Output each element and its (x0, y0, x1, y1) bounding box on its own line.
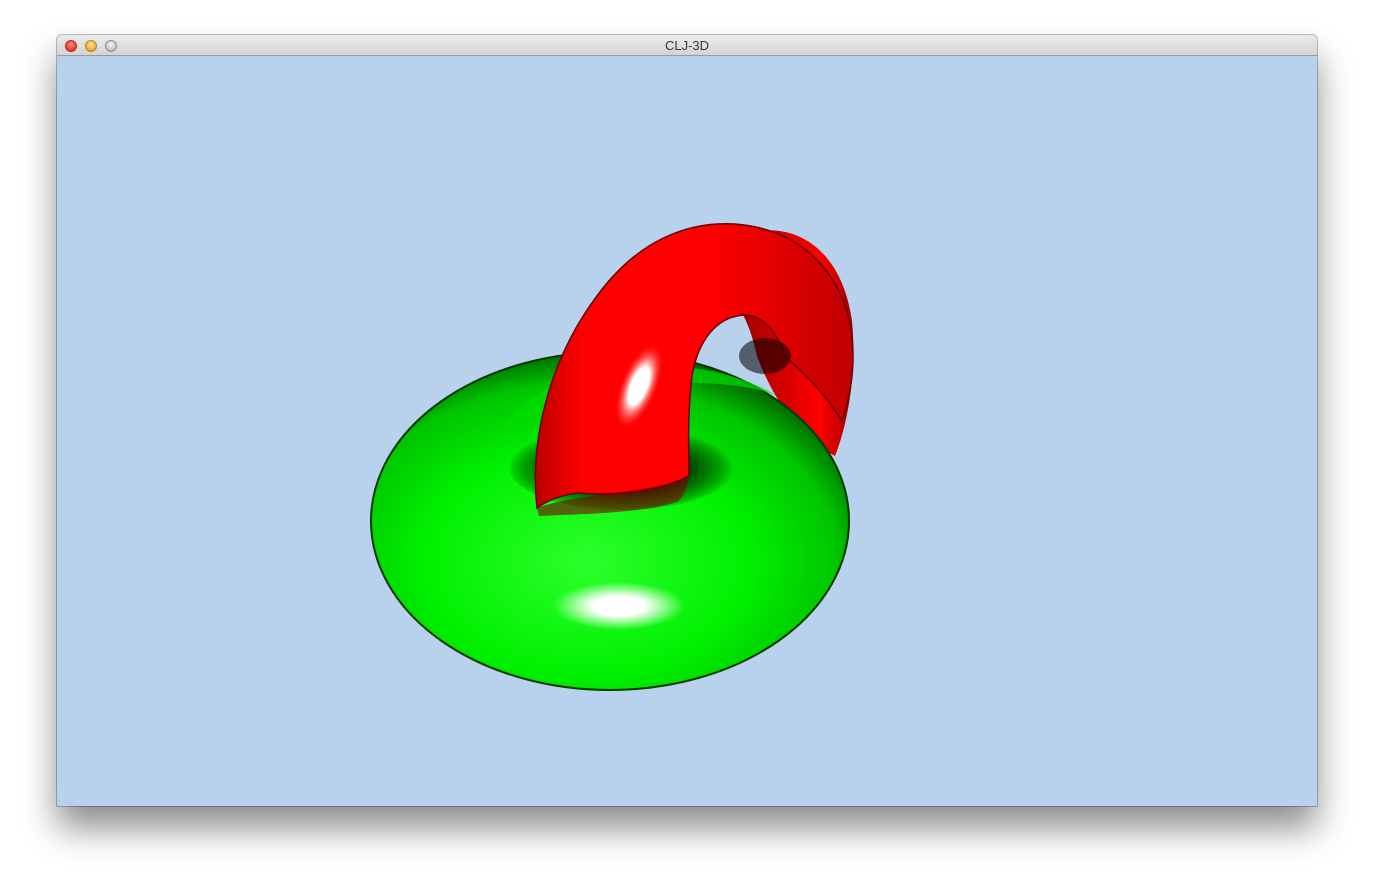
window-title: CLJ-3D (664, 38, 710, 53)
3d-viewport[interactable] (57, 56, 1317, 806)
red-torus-inner-shadow (739, 338, 791, 374)
scene-render (57, 56, 1317, 806)
app-window: CLJ-3D (57, 35, 1317, 806)
green-specular-highlight (553, 582, 685, 630)
title-bar[interactable]: CLJ-3D (57, 35, 1317, 56)
